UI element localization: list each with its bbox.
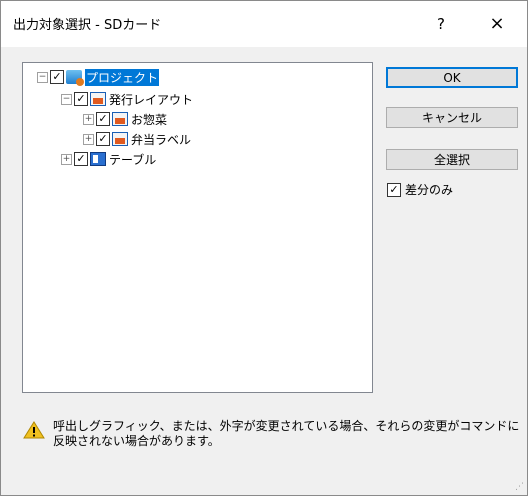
tree-checkbox[interactable]: ✓: [74, 92, 88, 106]
tree-node-layout-1[interactable]: + ✓ お惣菜: [83, 111, 167, 127]
tree-node-label[interactable]: お惣菜: [131, 111, 167, 128]
layout-icon: [112, 112, 128, 126]
dialog-title: 出力対象選択 - SDカード: [13, 18, 162, 33]
close-button[interactable]: ×: [475, 9, 519, 39]
tree-node-layout-2[interactable]: + ✓ 弁当ラベル: [83, 131, 191, 147]
tree-checkbox[interactable]: ✓: [50, 70, 64, 84]
collapse-icon[interactable]: −: [61, 93, 72, 105]
select-all-button[interactable]: 全選択: [386, 149, 518, 170]
tree-node-table[interactable]: + ✓ テーブル: [61, 151, 156, 167]
help-button[interactable]: ?: [421, 9, 461, 39]
diff-only-label[interactable]: 差分のみ: [405, 181, 453, 198]
warning-icon: [23, 421, 45, 439]
tree-node-label[interactable]: 発行レイアウト: [109, 91, 193, 108]
expand-icon[interactable]: +: [61, 153, 72, 165]
output-target-tree[interactable]: − ✓ プロジェクト − ✓ 発行レイアウト + ✓ お惣菜 + ✓ 弁当ラベル…: [22, 62, 373, 393]
project-icon: [66, 70, 84, 86]
tree-node-label[interactable]: テーブル: [109, 151, 156, 168]
ok-button[interactable]: OK: [386, 67, 518, 88]
expand-icon[interactable]: +: [83, 133, 94, 145]
resize-grip-icon[interactable]: ⋰: [515, 482, 524, 492]
tree-node-layout-folder[interactable]: − ✓ 発行レイアウト: [61, 91, 193, 107]
dialog-window: 出力対象選択 - SDカード ? × − ✓ プロジェクト − ✓ 発行レイアウ…: [0, 0, 528, 496]
tree-checkbox[interactable]: ✓: [96, 112, 110, 126]
warning-message: 呼出しグラフィック、または、外字が変更されている場合、それらの変更がコマンドに反…: [53, 419, 520, 448]
tree-node-label[interactable]: プロジェクト: [85, 68, 160, 86]
table-icon: [90, 152, 106, 166]
expand-icon[interactable]: +: [83, 113, 94, 125]
cancel-button[interactable]: キャンセル: [386, 107, 518, 128]
tree-node-project[interactable]: − ✓ プロジェクト: [37, 68, 160, 86]
tree-checkbox[interactable]: ✓: [74, 152, 88, 166]
layout-icon: [112, 132, 128, 146]
tree-checkbox[interactable]: ✓: [96, 132, 110, 146]
diff-only-checkbox[interactable]: ✓: [387, 182, 401, 197]
layout-folder-icon: [90, 92, 106, 106]
diff-only-option[interactable]: ✓ 差分のみ: [387, 181, 453, 198]
tree-node-label[interactable]: 弁当ラベル: [131, 131, 191, 148]
title-bar: 出力対象選択 - SDカード ? ×: [1, 1, 527, 47]
collapse-icon[interactable]: −: [37, 71, 48, 83]
